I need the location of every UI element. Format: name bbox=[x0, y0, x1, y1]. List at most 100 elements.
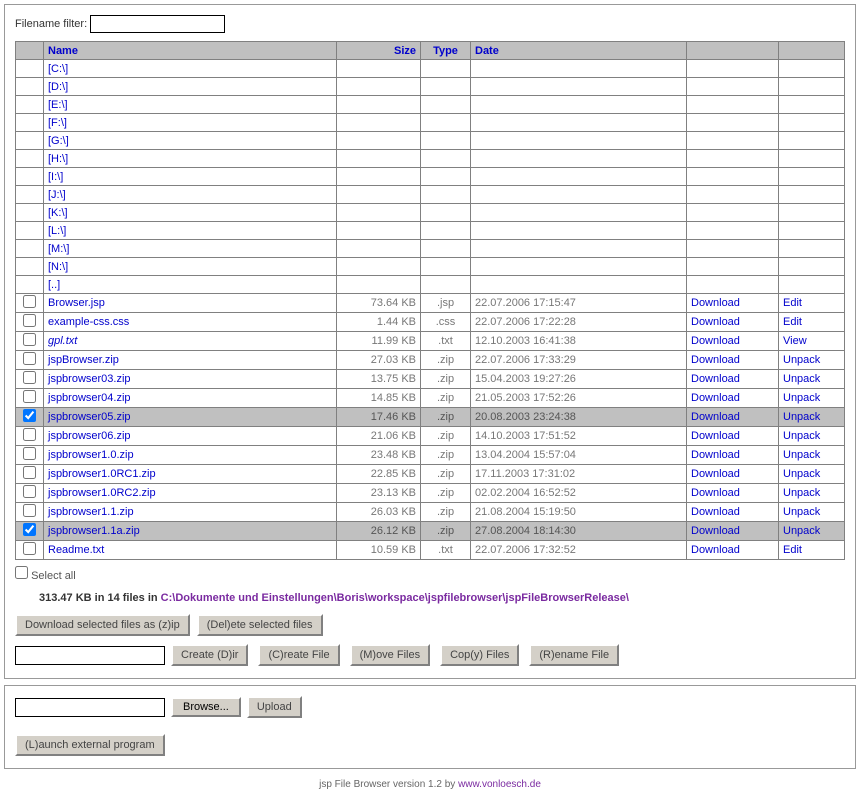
action2-link[interactable]: Edit bbox=[783, 544, 802, 556]
download-link[interactable]: Download bbox=[691, 525, 740, 537]
col-type[interactable]: Type bbox=[421, 42, 471, 60]
download-link[interactable]: Download bbox=[691, 411, 740, 423]
action2-link[interactable]: Unpack bbox=[783, 506, 820, 518]
action2-link[interactable]: Unpack bbox=[783, 354, 820, 366]
row-checkbox[interactable] bbox=[23, 504, 36, 517]
file-link[interactable]: jspBrowser.zip bbox=[48, 354, 119, 366]
download-link[interactable]: Download bbox=[691, 373, 740, 385]
row-checkbox[interactable] bbox=[23, 542, 36, 555]
row-act1-cell: Download bbox=[687, 484, 779, 503]
file-link[interactable]: jspbrowser1.1.zip bbox=[48, 506, 134, 518]
row-checkbox[interactable] bbox=[23, 390, 36, 403]
drive-link[interactable]: [M:\] bbox=[48, 243, 69, 255]
newname-input[interactable] bbox=[15, 646, 165, 665]
file-link[interactable]: jspbrowser1.1a.zip bbox=[48, 525, 140, 537]
drive-link[interactable]: [..] bbox=[48, 279, 60, 291]
upload-button[interactable]: Upload bbox=[247, 696, 302, 718]
row-checkbox[interactable] bbox=[23, 333, 36, 346]
col-name[interactable]: Name bbox=[44, 42, 337, 60]
row-checkbox[interactable] bbox=[23, 409, 36, 422]
drive-type-cell bbox=[421, 186, 471, 204]
delete-selected-button[interactable]: (Del)ete selected files bbox=[197, 614, 323, 636]
drive-link[interactable]: [E:\] bbox=[48, 99, 68, 111]
row-checkbox[interactable] bbox=[23, 371, 36, 384]
launch-button[interactable]: (L)aunch external program bbox=[15, 734, 165, 756]
row-checkbox[interactable] bbox=[23, 447, 36, 460]
drive-link[interactable]: [N:\] bbox=[48, 261, 68, 273]
create-file-button[interactable]: (C)reate File bbox=[258, 644, 339, 666]
drive-row: [..] bbox=[16, 276, 845, 294]
drive-act1-cell bbox=[687, 96, 779, 114]
col-date[interactable]: Date bbox=[471, 42, 687, 60]
drive-act2-cell bbox=[779, 78, 845, 96]
download-link[interactable]: Download bbox=[691, 449, 740, 461]
download-link[interactable]: Download bbox=[691, 506, 740, 518]
footer-link[interactable]: www.vonloesch.de bbox=[458, 779, 541, 790]
file-link[interactable]: jspbrowser1.0RC1.zip bbox=[48, 468, 156, 480]
row-checkbox[interactable] bbox=[23, 352, 36, 365]
browse-button[interactable]: Browse... bbox=[171, 697, 241, 717]
action2-link[interactable]: Edit bbox=[783, 316, 802, 328]
action2-link[interactable]: Unpack bbox=[783, 487, 820, 499]
create-dir-button[interactable]: Create (D)ir bbox=[171, 644, 248, 666]
drive-type-cell bbox=[421, 168, 471, 186]
row-checkbox[interactable] bbox=[23, 466, 36, 479]
drive-link[interactable]: [D:\] bbox=[48, 81, 68, 93]
drive-link[interactable]: [L:\] bbox=[48, 225, 66, 237]
drive-link[interactable]: [G:\] bbox=[48, 135, 69, 147]
action2-link[interactable]: Unpack bbox=[783, 468, 820, 480]
drive-link[interactable]: [I:\] bbox=[48, 171, 63, 183]
action2-link[interactable]: Unpack bbox=[783, 449, 820, 461]
upload-path-input[interactable] bbox=[15, 698, 165, 717]
drive-row: [L:\] bbox=[16, 222, 845, 240]
download-link[interactable]: Download bbox=[691, 392, 740, 404]
rename-file-button[interactable]: (R)ename File bbox=[529, 644, 619, 666]
download-link[interactable]: Download bbox=[691, 430, 740, 442]
col-size[interactable]: Size bbox=[337, 42, 421, 60]
file-link[interactable]: Browser.jsp bbox=[48, 297, 105, 309]
download-link[interactable]: Download bbox=[691, 297, 740, 309]
action2-link[interactable]: Unpack bbox=[783, 430, 820, 442]
row-checkbox[interactable] bbox=[23, 314, 36, 327]
file-link[interactable]: gpl.txt bbox=[48, 335, 77, 347]
file-link[interactable]: example-css.css bbox=[48, 316, 129, 328]
table-row: jspbrowser1.0RC2.zip23.13 KB.zip02.02.20… bbox=[16, 484, 845, 503]
file-link[interactable]: jspbrowser04.zip bbox=[48, 392, 131, 404]
file-link[interactable]: jspbrowser05.zip bbox=[48, 411, 131, 423]
download-link[interactable]: Download bbox=[691, 316, 740, 328]
row-checkbox[interactable] bbox=[23, 485, 36, 498]
action2-link[interactable]: View bbox=[783, 335, 807, 347]
copy-files-button[interactable]: Cop(y) Files bbox=[440, 644, 519, 666]
action2-link[interactable]: Unpack bbox=[783, 525, 820, 537]
row-checkbox[interactable] bbox=[23, 523, 36, 536]
row-chk-cell bbox=[16, 313, 44, 332]
drive-link[interactable]: [C:\] bbox=[48, 63, 68, 75]
row-date-cell: 02.02.2004 16:52:52 bbox=[471, 484, 687, 503]
action2-link[interactable]: Unpack bbox=[783, 392, 820, 404]
drive-date-cell bbox=[471, 60, 687, 78]
file-link[interactable]: jspbrowser1.0RC2.zip bbox=[48, 487, 156, 499]
move-files-button[interactable]: (M)ove Files bbox=[350, 644, 431, 666]
row-checkbox[interactable] bbox=[23, 428, 36, 441]
file-link[interactable]: jspbrowser03.zip bbox=[48, 373, 131, 385]
action2-link[interactable]: Unpack bbox=[783, 411, 820, 423]
drive-link[interactable]: [J:\] bbox=[48, 189, 66, 201]
file-link[interactable]: Readme.txt bbox=[48, 544, 104, 556]
download-link[interactable]: Download bbox=[691, 335, 740, 347]
download-link[interactable]: Download bbox=[691, 354, 740, 366]
drive-link[interactable]: [H:\] bbox=[48, 153, 68, 165]
select-all-checkbox[interactable] bbox=[15, 566, 28, 579]
download-link[interactable]: Download bbox=[691, 468, 740, 480]
download-link[interactable]: Download bbox=[691, 487, 740, 499]
drive-link[interactable]: [K:\] bbox=[48, 207, 68, 219]
file-link[interactable]: jspbrowser1.0.zip bbox=[48, 449, 134, 461]
row-checkbox[interactable] bbox=[23, 295, 36, 308]
download-zip-button[interactable]: Download selected files as (z)ip bbox=[15, 614, 190, 636]
drive-type-cell bbox=[421, 204, 471, 222]
action2-link[interactable]: Edit bbox=[783, 297, 802, 309]
file-link[interactable]: jspbrowser06.zip bbox=[48, 430, 131, 442]
action2-link[interactable]: Unpack bbox=[783, 373, 820, 385]
drive-link[interactable]: [F:\] bbox=[48, 117, 67, 129]
filter-input[interactable] bbox=[90, 15, 225, 33]
download-link[interactable]: Download bbox=[691, 544, 740, 556]
